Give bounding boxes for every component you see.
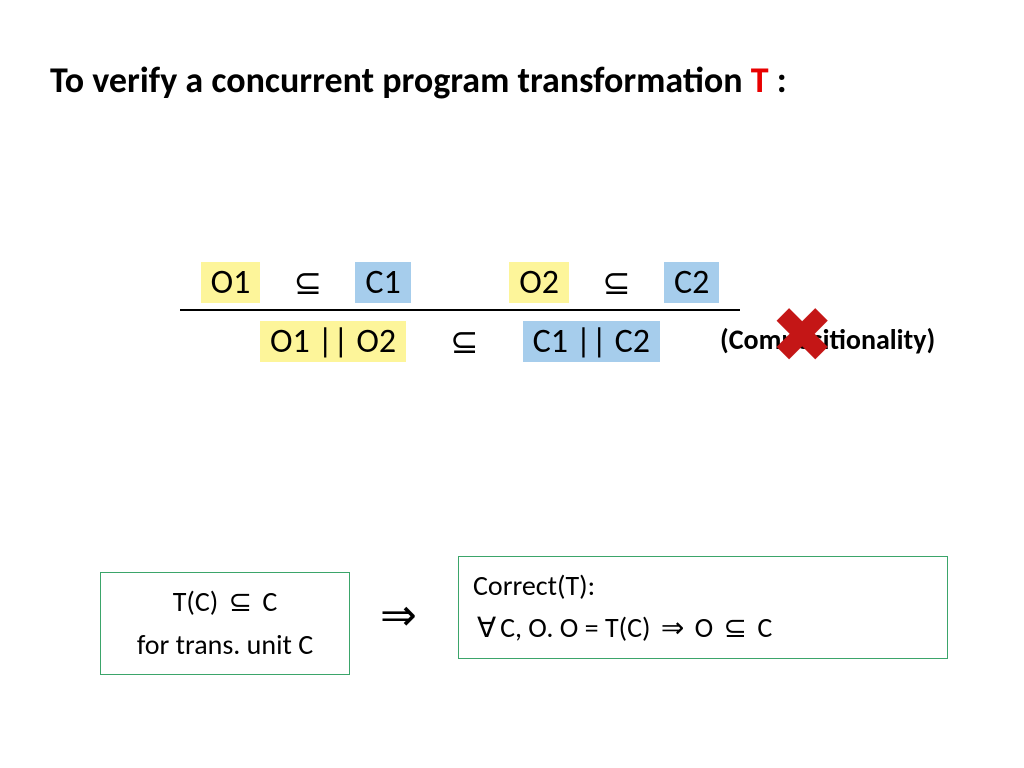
subset-icon: ⊆	[290, 263, 327, 303]
term-o2: O2	[509, 262, 569, 303]
term-c2: C2	[664, 262, 719, 303]
term-c1: C1	[355, 262, 410, 303]
implies-icon: ⇒	[657, 613, 688, 644]
rule-conclusion: O1 || O2 ⊆ C1 || C2	[180, 321, 740, 362]
text: T(C)	[173, 584, 225, 619]
subset-icon: ⊆	[598, 263, 635, 303]
text: C, O. O = T(C)	[500, 610, 657, 645]
box-correctness: Correct(T): ∀C, O. O = T(C) ⇒ O ⊆ C	[458, 556, 948, 659]
box-premise: T(C) ⊆ C for trans. unit C	[100, 572, 350, 675]
box-left-line1: T(C) ⊆ C	[115, 581, 335, 624]
subset-icon: ⊆	[720, 613, 751, 644]
box-right-line2: ∀C, O. O = T(C) ⇒ O ⊆ C	[473, 607, 933, 650]
term-c1c2: C1 || C2	[523, 321, 660, 362]
term-o1: O1	[201, 262, 261, 303]
rule-label: (Compositionality)	[720, 322, 935, 357]
text: C	[256, 584, 277, 619]
rule-line	[180, 309, 740, 311]
text: C	[751, 610, 772, 645]
subset-icon: ⊆	[446, 322, 483, 362]
box-left-line2: for trans. unit C	[115, 624, 335, 666]
slide-title: To verify a concurrent program transform…	[50, 58, 974, 102]
title-t: T	[751, 58, 769, 102]
forall-icon: ∀	[473, 613, 500, 644]
slide: To verify a concurrent program transform…	[0, 0, 1024, 768]
implies-icon: ⇒	[376, 590, 421, 641]
title-prefix: To verify a concurrent program transform…	[50, 58, 751, 102]
rule-premises: O1 ⊆ C1 O2 ⊆ C2	[180, 262, 740, 307]
title-suffix: :	[769, 58, 787, 102]
box-right-line1: Correct(T):	[473, 565, 933, 607]
term-o1o2: O1 || O2	[260, 321, 406, 362]
text: O	[688, 610, 719, 645]
subset-icon: ⊆	[225, 587, 256, 618]
inference-rule: O1 ⊆ C1 O2 ⊆ C2 O1 || O2 ⊆ C1 || C2	[180, 262, 740, 362]
